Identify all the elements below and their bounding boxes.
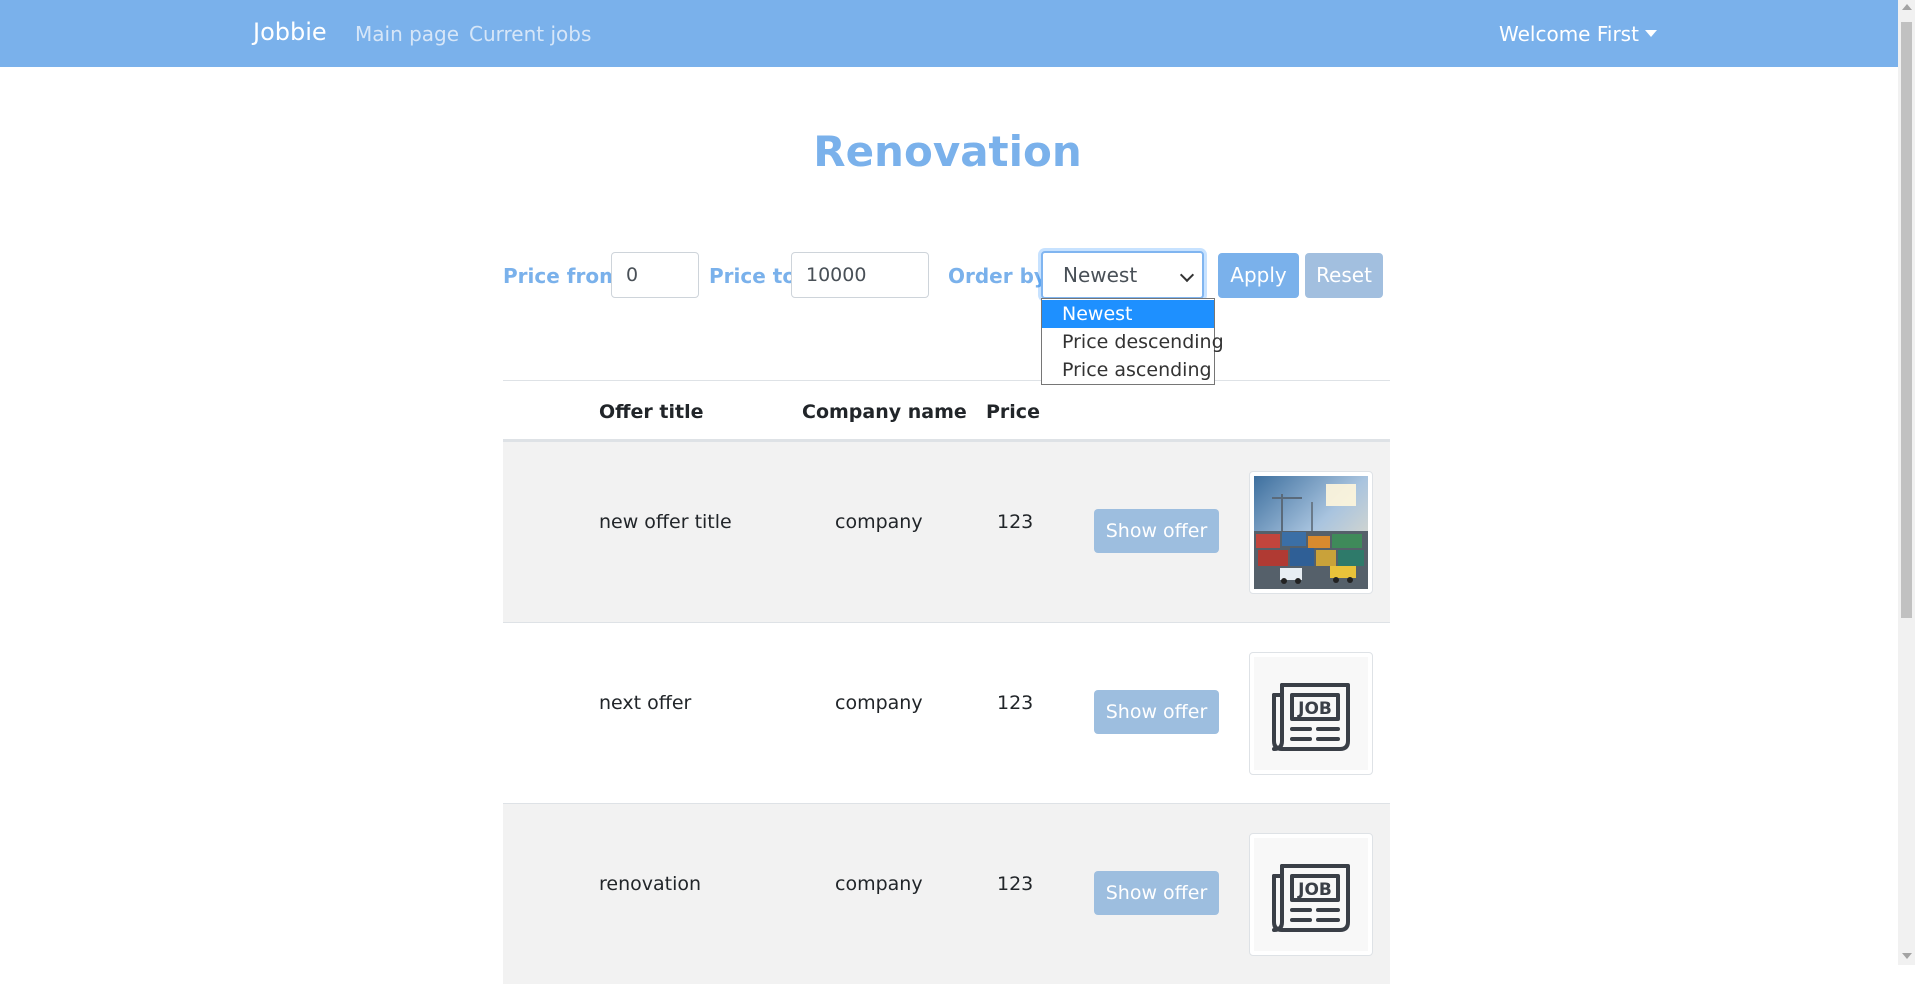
order-option-price-ascending[interactable]: Price ascending — [1042, 356, 1214, 384]
offers-table: Offer title Company name Price new offer… — [503, 380, 1390, 984]
offer-thumbnail: JOB — [1249, 652, 1373, 775]
page-scrollbar[interactable] — [1898, 0, 1915, 965]
price-from-input[interactable] — [611, 252, 699, 298]
company-name-cell: company — [835, 692, 923, 714]
price-cell: 123 — [997, 873, 1034, 895]
nav-link-main-page[interactable]: Main page — [355, 22, 459, 46]
page-title: Renovation — [813, 127, 1082, 176]
company-name-cell: company — [835, 873, 923, 895]
order-by-dropdown-list: Newest Price descending Price ascending — [1041, 298, 1224, 385]
order-option-price-descending[interactable]: Price descending — [1042, 328, 1224, 356]
show-offer-button[interactable]: Show offer — [1094, 871, 1219, 915]
column-header-offer-title: Offer title — [599, 401, 704, 423]
company-name-cell: company — [835, 511, 923, 533]
price-to-label: Price to: — [709, 264, 805, 288]
order-by-label: Order by: — [948, 264, 1055, 288]
order-option-newest[interactable]: Newest — [1042, 300, 1214, 328]
scroll-down-arrow-icon[interactable] — [1902, 953, 1912, 959]
chevron-down-icon — [1179, 267, 1195, 283]
show-offer-button[interactable]: Show offer — [1094, 690, 1219, 734]
table-row: next offer company 123 Show offer JOB — [503, 622, 1390, 803]
offer-title-cell: new offer title — [599, 511, 732, 533]
nav-link-current-jobs[interactable]: Current jobs — [469, 22, 591, 46]
offer-thumbnail: JOB — [1249, 833, 1373, 956]
price-cell: 123 — [997, 692, 1034, 714]
reset-button[interactable]: Reset — [1305, 253, 1383, 298]
brand-logo[interactable]: Jobbie — [253, 18, 327, 46]
order-by-select[interactable]: Newest — [1041, 251, 1204, 299]
column-header-company-name: Company name — [802, 401, 967, 423]
scrollbar-thumb[interactable] — [1901, 22, 1912, 618]
job-newspaper-icon: JOB — [1254, 838, 1368, 951]
svg-text:JOB: JOB — [1297, 699, 1332, 719]
show-offer-button[interactable]: Show offer — [1094, 509, 1219, 553]
scroll-up-arrow-icon[interactable] — [1902, 4, 1912, 10]
offer-title-cell: next offer — [599, 692, 692, 714]
table-header: Offer title Company name Price — [503, 380, 1390, 441]
top-navbar: Jobbie Main page Current jobs Welcome Fi… — [0, 0, 1898, 67]
apply-button[interactable]: Apply — [1218, 253, 1299, 298]
user-menu-toggle[interactable]: Welcome First — [1499, 22, 1657, 46]
job-newspaper-icon: JOB — [1254, 657, 1368, 770]
table-row: new offer title company 123 Show offer — [503, 441, 1390, 622]
offer-thumbnail — [1249, 471, 1373, 594]
price-from-label: Price from: — [503, 264, 628, 288]
cargo-photo — [1254, 476, 1368, 589]
order-by-selected-value: Newest — [1063, 263, 1138, 287]
price-to-input[interactable] — [791, 252, 929, 298]
table-row: renovation company 123 Show offer JOB — [503, 803, 1390, 984]
offer-title-cell: renovation — [599, 873, 702, 895]
column-header-price: Price — [986, 401, 1040, 423]
price-cell: 123 — [997, 511, 1034, 533]
svg-text:JOB: JOB — [1297, 880, 1332, 900]
user-menu-label: Welcome First — [1499, 22, 1639, 46]
caret-down-icon — [1644, 30, 1657, 37]
